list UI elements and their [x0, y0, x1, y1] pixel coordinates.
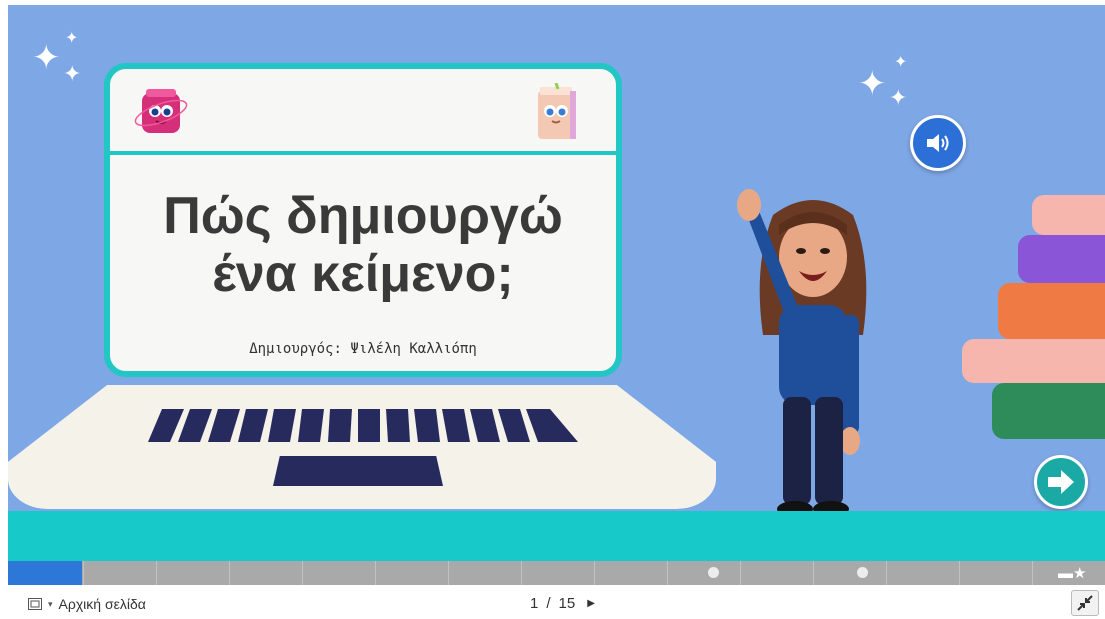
triangle-right-icon[interactable]: ▶ — [587, 598, 595, 609]
progress-marker-dot[interactable] — [708, 567, 719, 578]
home-link[interactable]: ▾ Αρχική σελίδα — [28, 596, 146, 612]
screen-divider — [110, 151, 616, 155]
home-label: Αρχική σελίδα — [58, 596, 146, 612]
progress-segment-divider — [302, 561, 303, 585]
sparkle-icon: ✦ — [32, 39, 61, 77]
total-pages: 15 — [558, 595, 576, 612]
laptop-keyboard — [148, 409, 578, 442]
slide-progress-bar[interactable]: ▬★ — [8, 561, 1105, 585]
progress-end-star-icon: ▬★ — [1058, 565, 1087, 582]
sparkle-icon: ✦ — [894, 54, 908, 71]
progress-segment-divider — [594, 561, 595, 585]
slide-title: Πώς δημιουργώ ένα κείμενο; — [110, 187, 616, 303]
dropdown-caret-icon: ▾ — [48, 598, 53, 609]
speaker-icon — [927, 134, 949, 152]
progress-segment-divider — [375, 561, 376, 585]
slides-icon — [28, 598, 42, 610]
progress-marker-dot[interactable] — [857, 567, 868, 578]
next-slide-button[interactable] — [1034, 455, 1088, 509]
progress-segment-divider — [83, 561, 84, 585]
current-page: 1 — [530, 595, 539, 612]
player-footer: ▾ Αρχική σελίδα 1 / 15 ▶ — [0, 585, 1105, 619]
laptop-base — [8, 385, 716, 509]
progress-segment-divider — [448, 561, 449, 585]
progress-fill — [8, 561, 82, 585]
slide-floor — [8, 511, 1105, 561]
progress-segment-divider — [156, 561, 157, 585]
exit-fullscreen-icon — [1077, 595, 1093, 611]
exit-fullscreen-button[interactable] — [1071, 590, 1099, 616]
progress-segment-divider — [229, 561, 230, 585]
sound-button[interactable] — [910, 115, 966, 171]
book-character — [538, 83, 576, 139]
progress-segment-divider — [959, 561, 960, 585]
slide-title-line2: ένα κείμενο; — [212, 245, 514, 303]
slide-title-line1: Πώς δημιουργώ — [163, 187, 563, 245]
progress-segment-divider — [1032, 561, 1033, 585]
teacher-avatar — [737, 189, 867, 517]
sparkle-icon: ✦ — [858, 65, 887, 103]
progress-segment-divider — [886, 561, 887, 585]
progress-segment-divider — [813, 561, 814, 585]
page-separator: / — [546, 595, 551, 612]
pink-notebook-character — [134, 89, 188, 133]
progress-segment-divider — [740, 561, 741, 585]
books-stack — [962, 195, 1105, 439]
laptop-trackpad — [273, 456, 443, 486]
slide-canvas: ✦ ✦ ✦ ✦ ✦ ✦ Πώς δημιουργώ ένα κείμενο; Δ… — [8, 5, 1105, 561]
sparkle-icon: ✦ — [889, 85, 908, 110]
sparkle-icon: ✦ — [63, 61, 82, 86]
progress-segment-divider — [521, 561, 522, 585]
page-indicator: 1 / 15 ▶ — [530, 595, 595, 612]
arrow-right-icon — [1048, 470, 1074, 494]
sparkle-icon: ✦ — [65, 30, 79, 47]
laptop-screen: Πώς δημιουργώ ένα κείμενο; Δημιουργός: Ψ… — [104, 63, 622, 377]
author-credit: Δημιουργός: Ψιλέλη Καλλιόπη — [249, 341, 477, 357]
progress-segment-divider — [667, 561, 668, 585]
